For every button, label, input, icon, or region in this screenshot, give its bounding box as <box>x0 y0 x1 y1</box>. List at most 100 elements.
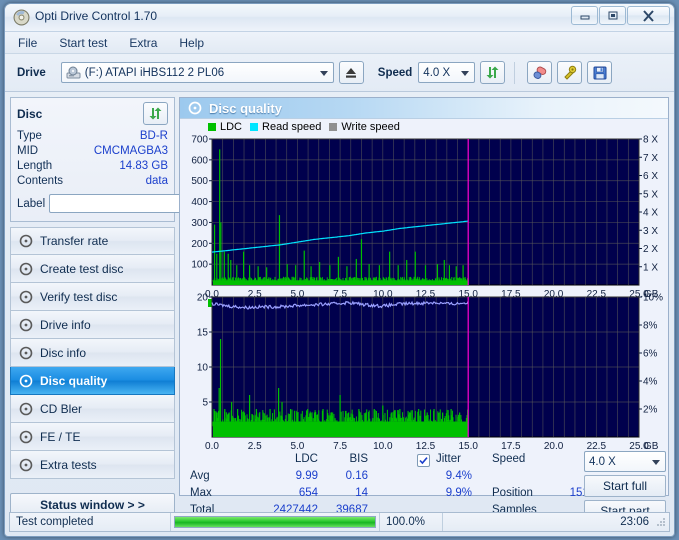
menu-item-extra[interactable]: Extra <box>126 35 160 51</box>
svg-text:6 X: 6 X <box>643 171 658 182</box>
menu-item-help[interactable]: Help <box>176 35 207 51</box>
menu-item-file[interactable]: File <box>15 35 40 51</box>
app-window: Opti Drive Control 1.70 File Start test … <box>4 3 675 537</box>
title-bar: Opti Drive Control 1.70 <box>5 4 674 32</box>
erase-button[interactable] <box>527 61 553 84</box>
sidebar-item-label: Drive info <box>40 317 91 332</box>
stats-max-bis: 14 <box>355 487 368 499</box>
eject-button[interactable] <box>338 61 364 84</box>
legend-label-write-speed: Write speed <box>341 121 400 133</box>
disc-label-row: Label <box>17 192 253 215</box>
sidebar-item-label: FE / TE <box>40 429 81 444</box>
minimize-button[interactable] <box>571 6 598 25</box>
sidebar-item-extra-tests[interactable]: Extra tests <box>10 451 175 479</box>
jitter-label: Jitter <box>436 453 461 465</box>
disc-label-key: Label <box>17 197 46 210</box>
stats-row-avg-label: Avg <box>190 470 210 482</box>
disc-panel-title: Disc <box>17 106 43 121</box>
refresh-icon <box>486 66 499 79</box>
drive-toolbar: Drive (F:) ATAPI iHBS112 2 PL06 Speed 4.… <box>5 54 674 92</box>
disc-icon <box>188 101 202 115</box>
refresh-button[interactable] <box>480 61 506 84</box>
left-column: Disc Type BD-R MID CMCMAGBA3 Length 14.8… <box>10 97 253 517</box>
svg-text:3 X: 3 X <box>643 226 658 237</box>
disc-row-length: Length 14.83 GB <box>17 159 168 174</box>
drive-icon <box>66 66 81 78</box>
disc-icon <box>19 262 33 275</box>
disc-icon <box>19 458 33 471</box>
stats-speed-label: Speed <box>492 453 526 465</box>
maximize-button[interactable] <box>599 6 626 25</box>
chevron-down-icon <box>461 70 470 76</box>
toolbar-divider <box>514 61 516 84</box>
legend-swatch-read-speed <box>250 123 259 131</box>
disc-icon <box>19 290 33 303</box>
disc-value: 14.83 GB <box>119 160 168 172</box>
minimize-icon <box>580 15 589 19</box>
drive-label: Drive <box>17 66 46 79</box>
svg-text:400: 400 <box>191 197 208 208</box>
sidebar-item-label: Transfer rate <box>40 234 109 248</box>
resize-grip-icon[interactable] <box>655 516 667 528</box>
svg-text:6%: 6% <box>643 349 658 360</box>
svg-text:10%: 10% <box>643 293 663 304</box>
sidebar-item-cd-bler[interactable]: CD Bler <box>10 395 175 423</box>
panel-header: Disc quality <box>180 98 668 119</box>
save-button[interactable] <box>587 61 613 84</box>
disc-icon <box>19 346 33 359</box>
menu-item-start-test[interactable]: Start test <box>56 35 110 51</box>
sidebar-item-create-test-disc[interactable]: Create test disc <box>10 255 175 283</box>
sidebar-item-verify-test-disc[interactable]: Verify test disc <box>10 283 175 311</box>
window-title: Opti Drive Control 1.70 <box>35 9 158 23</box>
chart-legend-top: LDC Read speed Write speed <box>208 121 400 133</box>
stats-avg-ldc: 9.99 <box>295 470 318 482</box>
menu-bar: File Start test Extra Help <box>5 32 674 54</box>
sidebar-item-drive-info[interactable]: Drive info <box>10 311 175 339</box>
disc-icon <box>19 374 33 387</box>
disc-value: CMCMAGBA3 <box>93 145 168 157</box>
stats-col-bis: BIS <box>349 453 368 465</box>
disc-refresh-button[interactable] <box>143 102 168 125</box>
svg-text:7 X: 7 X <box>643 153 658 164</box>
disc-key: Length <box>17 160 53 172</box>
disc-key: Contents <box>17 175 64 187</box>
disc-value: BD-R <box>139 130 168 142</box>
speed-select[interactable]: 4.0 X <box>418 62 476 83</box>
drive-select[interactable]: (F:) ATAPI iHBS112 2 PL06 <box>60 62 334 83</box>
svg-text:200: 200 <box>191 239 208 250</box>
svg-text:10: 10 <box>197 363 209 374</box>
sidebar-item-fe-te[interactable]: FE / TE <box>10 423 175 451</box>
test-speed-select[interactable]: 4.0 X <box>584 451 666 472</box>
svg-text:5: 5 <box>202 398 208 409</box>
progress-percent: 100.0% <box>386 516 426 528</box>
main-body: Disc Type BD-R MID CMCMAGBA3 Length 14.8… <box>5 92 674 522</box>
ldc-read-speed-chart: 100 200 300 400 500 600 700 1 X 2 X 3 X 4 X 5 X 6 X 7… <box>191 135 658 301</box>
status-bar: Test completed 100.0% 23:06 <box>9 512 670 532</box>
speed-value: 4.0 X <box>423 66 451 79</box>
disc-icon <box>19 402 33 415</box>
sidebar-item-label: Create test disc <box>40 261 124 276</box>
maximize-icon <box>608 11 617 20</box>
start-full-button[interactable]: Start full <box>584 475 666 497</box>
stats-avg-bis: 0.16 <box>345 470 368 482</box>
stats-col-ldc: LDC <box>294 453 318 465</box>
sidebar-item-disc-info[interactable]: Disc info <box>10 339 175 367</box>
disc-properties: Type BD-R MID CMCMAGBA3 Length 14.83 GB … <box>17 129 253 215</box>
tools-button[interactable] <box>557 61 583 84</box>
chevron-down-icon <box>652 459 660 465</box>
svg-text:5 X: 5 X <box>643 189 658 200</box>
status-divider <box>170 513 171 531</box>
progress-fill <box>175 517 375 527</box>
svg-text:300: 300 <box>191 218 208 229</box>
sidebar-item-disc-quality[interactable]: Disc quality <box>10 367 175 395</box>
stats-avg-jitter: 9.4% <box>445 470 472 482</box>
sidebar-item-transfer-rate[interactable]: Transfer rate <box>10 227 175 255</box>
jitter-checkbox[interactable] <box>417 454 430 467</box>
chevron-down-icon <box>319 70 328 76</box>
svg-text:700: 700 <box>191 135 208 146</box>
sidebar-item-label: Verify test disc <box>40 289 118 304</box>
save-icon <box>593 66 607 79</box>
close-button[interactable] <box>627 6 670 25</box>
disc-quality-panel: Disc quality LDC Read speed Write speed … <box>179 97 669 522</box>
disc-icon <box>19 318 33 331</box>
